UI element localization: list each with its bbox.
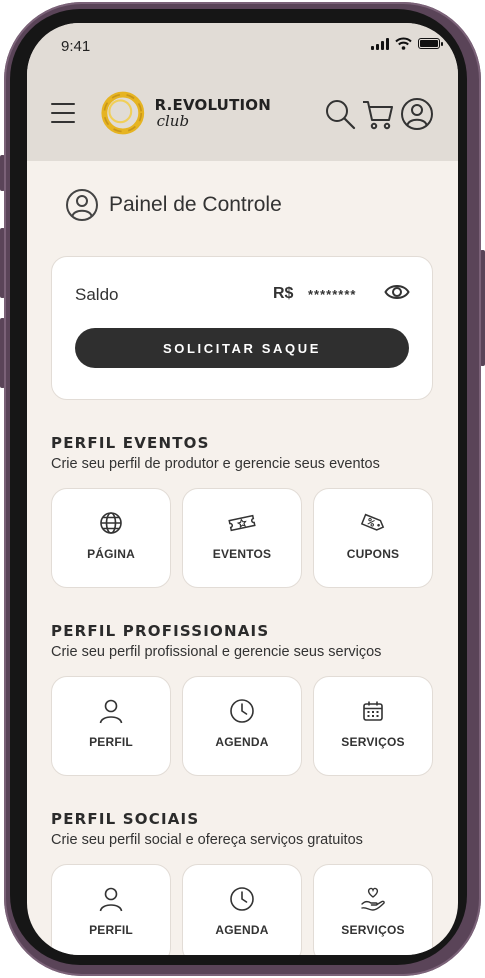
withdraw-button[interactable]: SOLICITAR SAQUE (75, 328, 409, 368)
section-description: Crie seu perfil social e ofereça serviço… (51, 832, 363, 848)
tile-perfil-social[interactable]: PERFIL (51, 864, 171, 955)
tile-label: AGENDA (215, 735, 269, 749)
menu-icon[interactable] (51, 103, 75, 125)
section-perfil-profissionais: PERFIL PROFISSIONAIS Crie seu perfil pro… (51, 622, 433, 776)
section-title: PERFIL EVENTOS (51, 434, 210, 452)
tile-cupons[interactable]: CUPONS (313, 488, 433, 588)
tile-label: CUPONS (346, 547, 400, 561)
user-icon (99, 699, 123, 724)
balance-label: Saldo (75, 285, 119, 304)
panel-header: Painel de Controle (65, 188, 282, 222)
currency-label: R$ (273, 285, 294, 302)
page-title: Painel de Controle (109, 193, 282, 216)
search-icon[interactable] (323, 97, 357, 131)
wifi-icon (395, 37, 412, 50)
tile-label: PÁGINA (87, 547, 135, 561)
section-title: PERFIL SOCIAIS (51, 810, 200, 828)
tile-label: SERVIÇOS (341, 735, 405, 749)
globe-icon (100, 512, 122, 534)
eye-icon[interactable] (384, 281, 410, 303)
brand-subtitle: club (156, 111, 190, 130)
section-perfil-sociais: PERFIL SOCIAIS Crie seu perfil social e … (51, 810, 433, 955)
tile-label: AGENDA (215, 923, 269, 937)
tile-label: PERFIL (89, 923, 133, 937)
tile-agenda[interactable]: AGENDA (182, 676, 302, 776)
logo-ring-icon (101, 91, 145, 135)
masked-balance: ******** (308, 287, 357, 302)
brand-title: R.EVOLUTION (154, 95, 271, 114)
balance-card: Saldo R$ ******** SOLICITAR SAQUE (51, 256, 433, 400)
heart-hand-icon (361, 887, 385, 911)
cart-icon[interactable] (361, 97, 395, 131)
clock-icon (230, 887, 254, 911)
tile-label: EVENTOS (212, 547, 272, 561)
app-header: 9:41 R.EVOLUTION club (27, 23, 458, 161)
user-icon[interactable] (400, 97, 434, 131)
ticket-icon (228, 514, 256, 532)
section-description: Crie seu perfil de produtor e gerencie s… (51, 456, 380, 472)
calendar-icon (363, 701, 383, 721)
tile-pagina[interactable]: PÁGINA (51, 488, 171, 588)
section-perfil-eventos: PERFIL EVENTOS Crie seu perfil de produt… (51, 434, 433, 588)
clock-icon (230, 699, 254, 723)
app-screen: 9:41 R.EVOLUTION club Painel de Controle… (27, 23, 458, 955)
tile-label: PERFIL (89, 735, 133, 749)
user-icon (99, 887, 123, 912)
tile-eventos[interactable]: EVENTOS (182, 488, 302, 588)
brand-logo[interactable]: R.EVOLUTION club (101, 87, 271, 139)
signal-icon (371, 37, 389, 50)
user-circle-icon (66, 189, 98, 221)
tile-perfil[interactable]: PERFIL (51, 676, 171, 776)
status-time: 9:41 (61, 38, 91, 55)
tile-servicos-social[interactable]: SERVIÇOS (313, 864, 433, 955)
section-title: PERFIL PROFISSIONAIS (51, 622, 270, 640)
section-description: Crie seu perfil profissional e gerencie … (51, 644, 382, 660)
tile-agenda-social[interactable]: AGENDA (182, 864, 302, 955)
battery-icon (418, 38, 443, 49)
tile-servicos[interactable]: SERVIÇOS (313, 676, 433, 776)
status-icons (371, 37, 443, 50)
tile-label: SERVIÇOS (341, 923, 405, 937)
coupon-icon (360, 513, 385, 531)
